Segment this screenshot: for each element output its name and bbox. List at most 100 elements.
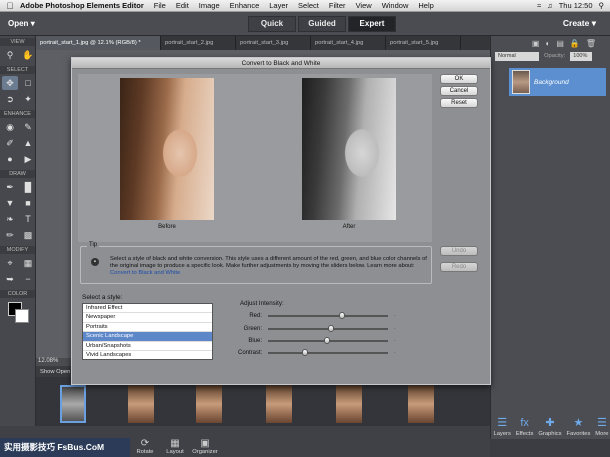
menu-layer[interactable]: Layer <box>269 1 288 10</box>
effects-button[interactable]: fx Effects <box>516 417 534 437</box>
ok-button[interactable]: OK <box>440 74 478 84</box>
spot-healing-icon[interactable]: ✎ <box>20 120 36 134</box>
trash-icon[interactable]: 🗑 <box>586 39 596 48</box>
adjustment-icon[interactable]: ◐ <box>545 39 550 48</box>
graphics-button[interactable]: ✚ Graphics <box>538 416 561 437</box>
favorites-button[interactable]: ★ Favorites <box>567 416 591 437</box>
blue-slider-knob[interactable] <box>323 337 330 344</box>
recompose-tool-icon[interactable]: ▦ <box>20 256 36 270</box>
eyedropper-icon[interactable]: ❧ <box>2 212 18 226</box>
background-color[interactable] <box>15 309 29 323</box>
volume-icon[interactable]: ♫ <box>547 1 553 10</box>
style-list[interactable]: Infrared Effect Newspaper Portraits Scen… <box>82 303 213 360</box>
red-slider-knob[interactable] <box>338 312 345 319</box>
blur-tool-icon[interactable]: ● <box>2 152 18 166</box>
green-slider-knob[interactable] <box>328 325 335 332</box>
new-layer-icon[interactable]: ▣ <box>532 39 540 48</box>
style-item[interactable]: Newspaper <box>83 313 212 323</box>
menu-view[interactable]: View <box>356 1 372 10</box>
brush-tool-icon[interactable]: ✒ <box>2 180 18 194</box>
bin-thumbnail[interactable] <box>266 385 292 423</box>
menu-file[interactable]: File <box>154 1 166 10</box>
menu-enhance[interactable]: Enhance <box>230 1 260 10</box>
eraser-tool-icon[interactable]: █ <box>20 180 36 194</box>
blue-slider[interactable] <box>268 337 388 344</box>
sponge-tool-icon[interactable]: ▶ <box>20 152 36 166</box>
tab-portrait-5[interactable]: portrait_start_5.jpg <box>386 36 461 50</box>
dialog-title: Convert to Black and White <box>72 58 490 69</box>
type-tool-icon[interactable]: T <box>20 212 36 226</box>
opacity-field[interactable]: 100% <box>570 51 593 61</box>
wifi-icon[interactable]: ≈ <box>537 1 541 10</box>
show-open-dropdown[interactable]: Show Open <box>36 367 76 377</box>
mode-guided[interactable]: Guided <box>298 15 346 32</box>
layers-button[interactable]: ☰ Layers <box>493 416 510 437</box>
tab-portrait-2[interactable]: portrait_start_2.jpg <box>161 36 236 50</box>
zoom-tool-icon[interactable]: ⚲ <box>2 48 18 62</box>
tab-portrait-1[interactable]: portrait_start_1.jpg @ 12.1% (RGB/8) * <box>36 36 161 50</box>
bin-thumbnail[interactable] <box>128 385 154 423</box>
menu-help[interactable]: Help <box>418 1 433 10</box>
style-item[interactable]: Portraits <box>83 323 212 333</box>
pencil-tool-icon[interactable]: ✏ <box>2 228 18 242</box>
more-button[interactable]: ☰ More <box>595 416 608 437</box>
rotate-icon: ⟳ <box>140 438 150 449</box>
mode-expert[interactable]: Expert <box>348 15 396 32</box>
content-move-icon[interactable]: ➥ <box>2 272 18 286</box>
gradient-tool-icon[interactable]: ▩ <box>20 228 36 242</box>
redo-button[interactable]: Redo <box>440 262 478 272</box>
reset-button[interactable]: Reset <box>440 98 478 108</box>
tip-link[interactable]: Convert to Black and White <box>110 270 180 276</box>
search-icon[interactable]: ⚲ <box>599 1 605 10</box>
clone-stamp-icon[interactable]: ▲ <box>20 136 36 150</box>
contrast-slider-knob[interactable] <box>302 349 309 356</box>
create-button[interactable]: Create ▾ <box>563 18 596 29</box>
cancel-button[interactable]: Cancel <box>440 86 478 96</box>
style-item[interactable]: Infrared Effect <box>83 304 212 314</box>
rotate-button[interactable]: ⟳ Rotate <box>130 438 160 455</box>
style-item-selected[interactable]: Scenic Landscape <box>83 332 212 342</box>
green-slider[interactable] <box>268 325 388 332</box>
menu-filter[interactable]: Filter <box>329 1 346 10</box>
contrast-slider[interactable] <box>268 349 388 356</box>
mode-quick[interactable]: Quick <box>248 15 296 32</box>
layout-button[interactable]: ▦ Layout <box>160 438 190 455</box>
smart-brush-icon[interactable]: ✐ <box>2 136 18 150</box>
crop-tool-icon[interactable]: ⌖ <box>2 256 18 270</box>
app-name[interactable]: Adobe Photoshop Elements Editor <box>20 1 144 10</box>
eye-tool-icon[interactable]: ◉ <box>2 120 18 134</box>
lasso-tool-icon[interactable]: ➲ <box>2 92 18 106</box>
organizer-button[interactable]: ▣ Organizer <box>190 438 220 455</box>
straighten-tool-icon[interactable]: − <box>20 272 36 286</box>
marquee-tool-icon[interactable]: □ <box>20 76 36 90</box>
style-item[interactable]: Urban/Snapshots <box>83 342 212 351</box>
menu-image[interactable]: Image <box>199 1 220 10</box>
style-item[interactable]: Vivid Landscapes <box>83 351 212 359</box>
lock-icon[interactable]: 🔒 <box>570 39 580 48</box>
red-slider[interactable] <box>268 312 388 319</box>
menu-window[interactable]: Window <box>382 1 409 10</box>
open-button[interactable]: Open ▾ <box>8 19 208 28</box>
layer-row[interactable]: Background <box>509 68 606 96</box>
tab-portrait-4[interactable]: portrait_start_4.jpg <box>311 36 386 50</box>
shape-tool-icon[interactable]: ■ <box>20 196 36 210</box>
organizer-icon: ▣ <box>200 438 210 449</box>
quick-selection-icon[interactable]: ✦ <box>20 92 36 106</box>
bin-thumbnail[interactable] <box>408 385 434 423</box>
bin-thumbnail[interactable] <box>336 385 362 423</box>
menu-select[interactable]: Select <box>298 1 319 10</box>
blend-mode-select[interactable]: Normal <box>495 51 539 61</box>
tab-portrait-3[interactable]: portrait_start_3.jpg <box>236 36 311 50</box>
bin-thumbnail[interactable] <box>60 385 86 423</box>
clock[interactable]: Thu 12:50 <box>559 1 593 10</box>
mask-icon[interactable]: ▤ <box>556 39 564 48</box>
menu-edit[interactable]: Edit <box>176 1 189 10</box>
paint-bucket-icon[interactable]: ▼ <box>2 196 18 210</box>
undo-button[interactable]: Undo <box>440 246 478 256</box>
move-tool-icon[interactable]: ✥ <box>2 76 18 90</box>
layer-options: Normal Opacity: 100% <box>491 50 610 62</box>
color-swatches[interactable] <box>0 298 35 326</box>
bin-thumbnail[interactable] <box>196 385 222 423</box>
apple-icon[interactable]:  <box>0 1 20 11</box>
hand-tool-icon[interactable]: ✋ <box>20 48 36 62</box>
